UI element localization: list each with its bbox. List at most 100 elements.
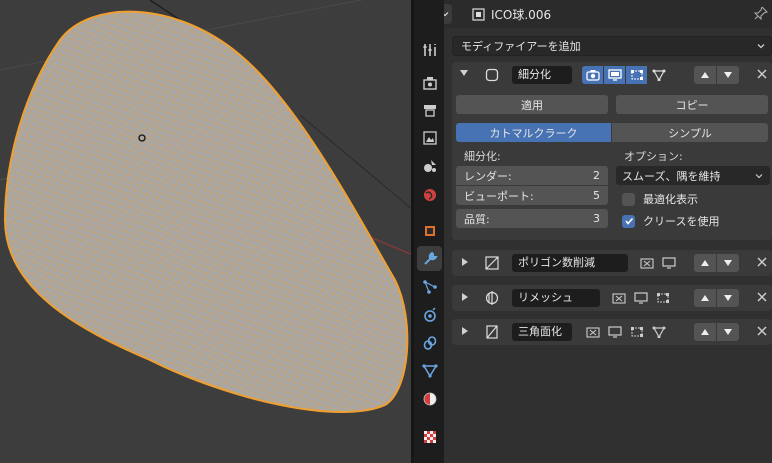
modifier-name-field[interactable]: 細分化: [512, 66, 572, 84]
decimate-header[interactable]: ポリゴン数削減: [452, 250, 772, 276]
triangulate-header[interactable]: 三角面化: [452, 319, 772, 345]
expand-toggle-icon[interactable]: [462, 258, 468, 266]
monitor-icon: [607, 69, 622, 81]
optimal-display-checkbox[interactable]: 最適化表示: [622, 191, 698, 207]
arrow-up-icon: [701, 72, 709, 78]
expand-toggle-icon[interactable]: [462, 293, 468, 301]
constraints-icon: [423, 335, 436, 350]
expand-toggle-icon[interactable]: [462, 327, 468, 335]
material-icon: [423, 392, 436, 405]
tab-physics[interactable]: [417, 302, 442, 327]
edit-cage-toggle[interactable]: [626, 323, 648, 341]
object-icon: [472, 8, 485, 21]
quality-field[interactable]: 品質: 3: [456, 209, 608, 228]
move-down-button[interactable]: [717, 254, 739, 272]
properties-header: ICO球.006: [414, 0, 772, 28]
tab-data[interactable]: [417, 358, 442, 383]
vertex-select-icon: [630, 327, 643, 337]
collapse-toggle-icon[interactable]: [460, 70, 468, 76]
close-icon[interactable]: [756, 256, 768, 268]
modifier-properties: モディファイアーを追加 細分化 適用 コピー カトマルクラーク シンプル 細分化…: [444, 28, 772, 463]
monitor-icon: [607, 326, 622, 338]
tab-texture[interactable]: [417, 424, 442, 449]
tab-modifiers[interactable]: [417, 246, 442, 271]
move-up-button[interactable]: [694, 289, 716, 307]
on-cage-toggle[interactable]: [648, 66, 670, 84]
subdivision-header[interactable]: 細分化: [452, 62, 772, 88]
modifier-name-field[interactable]: 三角面化: [512, 323, 572, 341]
tab-world[interactable]: [417, 182, 442, 207]
3d-viewport[interactable]: [0, 0, 413, 463]
close-icon[interactable]: [756, 291, 768, 303]
tab-view-layer[interactable]: [417, 125, 442, 150]
checkbox-unchecked[interactable]: [622, 192, 635, 206]
move-up-button[interactable]: [694, 66, 716, 84]
modifier-name-field[interactable]: ポリゴン数削減: [512, 254, 628, 272]
modifier-name-field[interactable]: リメッシュ: [512, 289, 600, 307]
arrow-up-icon: [701, 329, 709, 335]
properties-tab-strip: [414, 0, 444, 463]
mesh-data-icon: [421, 363, 438, 378]
use-creases-label: クリースを使用: [643, 215, 720, 228]
visibility-toggles: [582, 323, 670, 341]
reorder-buttons: [694, 323, 739, 341]
edit-mode-toggle[interactable]: [636, 254, 658, 272]
scene-icon: [423, 159, 436, 172]
viewport-canvas[interactable]: [0, 0, 413, 463]
move-up-button[interactable]: [694, 254, 716, 272]
tab-tool[interactable]: [417, 37, 442, 62]
close-icon[interactable]: [756, 68, 768, 80]
edit-mode-toggle[interactable]: [608, 289, 630, 307]
render-levels-field[interactable]: レンダー: 2: [456, 166, 608, 185]
arrow-down-icon: [724, 329, 732, 335]
add-modifier-dropdown[interactable]: モディファイアーを追加: [452, 36, 772, 56]
checkbox-checked[interactable]: [622, 214, 635, 228]
viewport-levels-field[interactable]: ビューポート: 5: [456, 186, 608, 205]
use-creases-checkbox[interactable]: クリースを使用: [622, 213, 719, 229]
edit-cage-toggle[interactable]: [652, 289, 674, 307]
edit-cage-toggle[interactable]: [626, 66, 648, 84]
viewport-levels-label: ビューポート:: [464, 189, 534, 203]
viewport-toggle[interactable]: [604, 66, 626, 84]
edit-mode-toggle[interactable]: [582, 323, 604, 341]
move-down-button[interactable]: [717, 289, 739, 307]
edit-mode-icon: [639, 258, 654, 269]
world-icon: [423, 188, 436, 201]
edit-mode-icon: [585, 327, 600, 338]
tab-object[interactable]: [417, 218, 442, 243]
copy-button[interactable]: コピー: [616, 95, 768, 114]
simple-tab[interactable]: シンプル: [612, 123, 768, 142]
subdivision-modifier-icon: [485, 68, 499, 82]
render-levels-label: レンダー:: [464, 169, 512, 183]
pin-icon[interactable]: [754, 6, 768, 20]
visibility-toggles: [636, 254, 680, 272]
apply-button[interactable]: 適用: [456, 95, 608, 114]
tab-render[interactable]: [417, 70, 442, 95]
viewport-toggle[interactable]: [658, 254, 680, 272]
uv-smooth-dropdown[interactable]: スムーズ、隅を維持: [616, 166, 770, 185]
tab-material[interactable]: [417, 386, 442, 411]
vertex-select-icon: [657, 293, 669, 303]
move-down-button[interactable]: [717, 66, 739, 84]
triangulate-modifier-panel: 三角面化: [452, 319, 772, 345]
view-layer-icon: [422, 130, 437, 145]
viewport-toggle[interactable]: [604, 323, 626, 341]
chevron-down-icon: [757, 44, 765, 49]
edit-mode-toggle[interactable]: [582, 66, 604, 84]
remesh-header[interactable]: リメッシュ: [452, 285, 772, 311]
viewport-toggle[interactable]: [630, 289, 652, 307]
chevron-down-icon: [755, 173, 763, 178]
close-icon[interactable]: [756, 325, 768, 337]
quality-value: 3: [593, 212, 600, 225]
tab-constraints[interactable]: [417, 330, 442, 355]
catmull-clark-tab[interactable]: カトマルクラーク: [456, 123, 611, 142]
tab-output[interactable]: [417, 97, 442, 122]
remesh-modifier-icon: [485, 291, 499, 305]
tab-scene[interactable]: [417, 153, 442, 178]
on-cage-toggle[interactable]: [648, 323, 670, 341]
reorder-buttons: [694, 254, 739, 272]
vertex-select-icon: [630, 70, 643, 80]
move-up-button[interactable]: [694, 323, 716, 341]
move-down-button[interactable]: [717, 323, 739, 341]
tab-particles[interactable]: [417, 274, 442, 299]
